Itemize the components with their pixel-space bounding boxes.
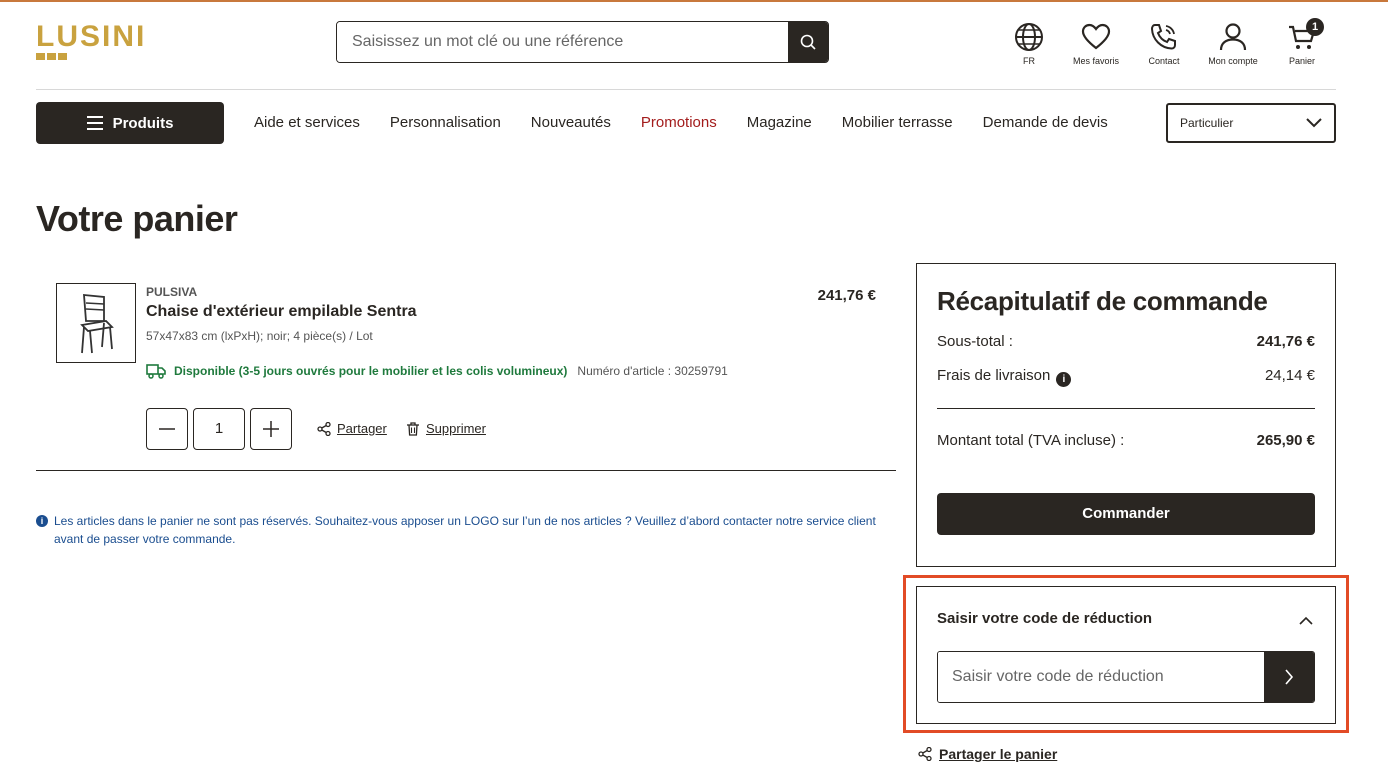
- cart-item-divider: [36, 470, 896, 471]
- search-icon: [800, 34, 816, 50]
- promo-code-title[interactable]: Saisir votre code de réduction: [937, 610, 1152, 627]
- product-brand: PULSIVA: [146, 285, 198, 299]
- trash-icon: [407, 421, 419, 436]
- subtotal-value: 241,76 €: [1256, 333, 1315, 350]
- account-link[interactable]: Mon compte: [1203, 22, 1263, 66]
- share-item-link[interactable]: Partager: [317, 421, 387, 436]
- truck-icon: [146, 364, 166, 379]
- product-name[interactable]: Chaise d'extérieur empilable Sentra: [146, 303, 417, 321]
- nav-item-mobilier-terrasse[interactable]: Mobilier terrasse: [842, 114, 953, 131]
- nav-item-aide[interactable]: Aide et services: [254, 114, 360, 131]
- globe-icon: [1015, 23, 1043, 51]
- hamburger-icon: [86, 116, 103, 130]
- summary-divider: [937, 408, 1315, 409]
- delete-item-label: Supprimer: [426, 421, 486, 436]
- shipping-info-icon[interactable]: i: [1056, 372, 1072, 387]
- quantity-increase-button[interactable]: [250, 408, 292, 450]
- share-item-label: Partager: [337, 421, 387, 436]
- heart-icon: [1081, 23, 1111, 50]
- user-icon: [1219, 23, 1247, 51]
- favorites-label: Mes favoris: [1072, 56, 1119, 66]
- chevron-down-icon: [1306, 118, 1322, 128]
- product-image[interactable]: [56, 283, 136, 363]
- shipping-value: 24,14 €: [1264, 367, 1315, 384]
- total-label: Montant total (TVA incluse) :: [937, 432, 1125, 449]
- nav-item-magazine[interactable]: Magazine: [747, 114, 812, 131]
- promo-code-field: [937, 651, 1315, 703]
- total-value: 265,90 €: [1256, 432, 1315, 449]
- nav-item-nouveautes[interactable]: Nouveautés: [531, 114, 611, 131]
- cart-count-badge: 1: [1306, 18, 1324, 36]
- chevron-right-icon: [1285, 669, 1294, 685]
- order-summary-title: Récapitulatif de commande: [937, 286, 1268, 316]
- share-icon: [918, 747, 932, 761]
- lusini-logo[interactable]: LUSINI: [36, 20, 186, 64]
- availability-row: Disponible (3-5 jours ouvrés pour le mob…: [146, 363, 728, 379]
- promo-submit-button[interactable]: [1264, 652, 1314, 702]
- share-icon: [317, 421, 331, 436]
- shipping-row: Frais de livraison i 24,14 €: [937, 367, 1315, 387]
- top-accent-line: [0, 0, 1388, 2]
- page-title: Votre panier: [36, 198, 238, 239]
- product-description: 57x47x83 cm (lxPxH); noir; 4 pièce(s) / …: [146, 329, 373, 343]
- contact-link[interactable]: Contact: [1134, 22, 1194, 66]
- promo-code-input[interactable]: [938, 652, 1264, 702]
- search-button[interactable]: [788, 22, 828, 62]
- customer-type-select[interactable]: Particulier: [1166, 103, 1336, 143]
- header-divider: [36, 89, 1336, 90]
- share-cart-label: Partager le panier: [939, 746, 1058, 762]
- cart-notice: i Les articles dans le panier ne sont pa…: [36, 512, 876, 548]
- subtotal-label: Sous-total :: [937, 333, 1013, 350]
- customer-type-value: Particulier: [1180, 116, 1234, 130]
- products-label: Produits: [112, 114, 174, 132]
- cart-label: Panier: [1288, 56, 1315, 66]
- info-icon: i: [36, 515, 48, 527]
- minus-icon: [159, 428, 175, 430]
- cart-notice-text: Les articles dans le panier ne sont pas …: [54, 514, 876, 546]
- share-cart-link[interactable]: Partager le panier: [918, 746, 1057, 762]
- nav-item-devis[interactable]: Demande de devis: [983, 114, 1108, 131]
- promo-collapse-toggle[interactable]: [1298, 612, 1314, 630]
- quantity-input[interactable]: 1: [193, 408, 245, 450]
- main-nav: Aide et services Personnalisation Nouvea…: [254, 114, 1108, 131]
- chevron-up-icon: [1299, 616, 1313, 625]
- total-row: Montant total (TVA incluse) : 265,90 €: [937, 432, 1315, 449]
- subtotal-row: Sous-total : 241,76 €: [937, 333, 1315, 350]
- chair-image-icon: [80, 293, 114, 354]
- order-button[interactable]: Commander: [937, 493, 1315, 535]
- plus-icon: [263, 421, 279, 437]
- account-label: Mon compte: [1208, 56, 1258, 66]
- logo-text: LUSINI: [36, 20, 146, 53]
- article-number: Numéro d'article : 30259791: [577, 364, 728, 378]
- search-input[interactable]: [337, 22, 788, 62]
- availability-text: Disponible (3-5 jours ouvrés pour le mob…: [174, 364, 568, 378]
- cart-link[interactable]: 1 Panier: [1272, 18, 1332, 66]
- search-bar: [336, 21, 829, 63]
- contact-label: Contact: [1148, 56, 1180, 66]
- nav-item-personnalisation[interactable]: Personnalisation: [390, 114, 501, 131]
- phone-icon: [1150, 24, 1176, 50]
- shipping-label: Frais de livraison: [937, 367, 1051, 384]
- favorites-link[interactable]: Mes favoris: [1066, 22, 1126, 66]
- language-label: FR: [1023, 56, 1035, 66]
- nav-item-promotions[interactable]: Promotions: [641, 114, 717, 131]
- quantity-decrease-button[interactable]: [146, 408, 188, 450]
- delete-item-link[interactable]: Supprimer: [406, 421, 486, 436]
- language-selector[interactable]: FR: [999, 22, 1059, 66]
- products-menu-button[interactable]: Produits: [36, 102, 224, 144]
- product-price: 241,76 €: [817, 287, 876, 304]
